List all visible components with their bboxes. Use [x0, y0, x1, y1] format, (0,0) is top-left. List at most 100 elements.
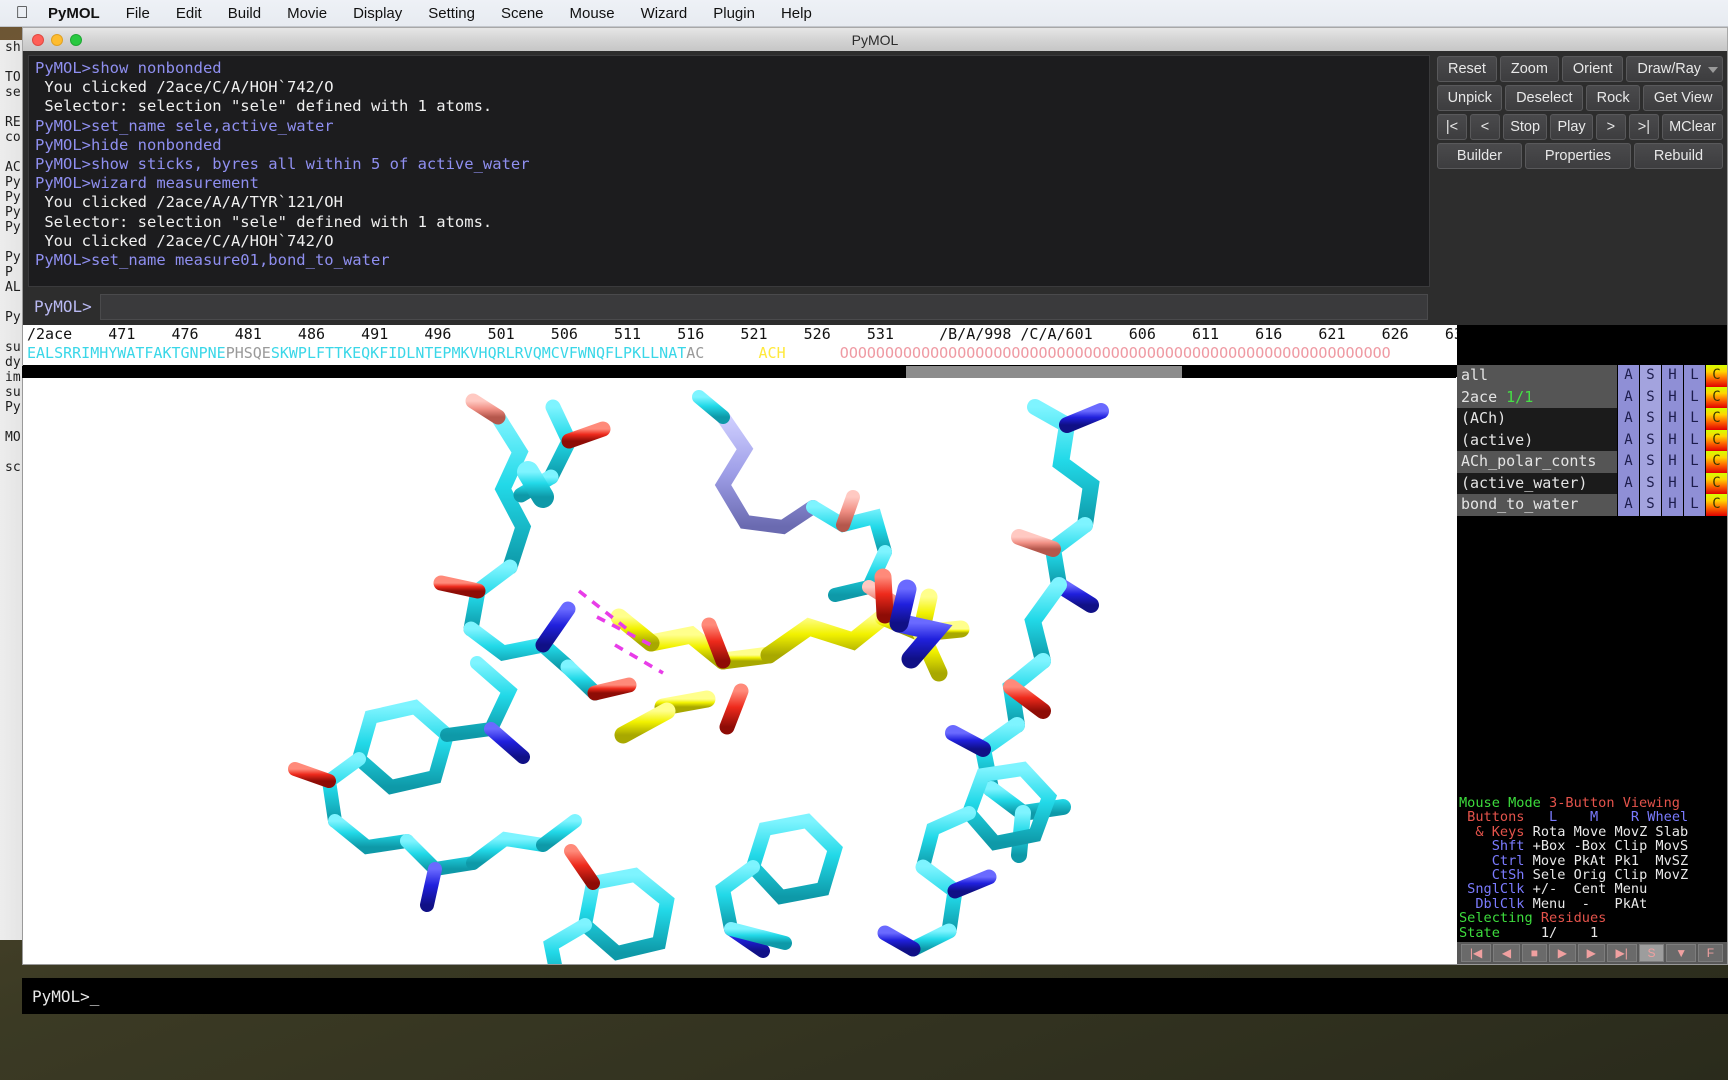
object-menu-h[interactable]: H [1661, 365, 1683, 387]
output-log[interactable]: PyMOL>show nonbonded You clicked /2ace/C… [28, 55, 1430, 287]
object-row[interactable]: (ACh) A S H L C [1457, 408, 1727, 430]
object-menu-a[interactable]: A [1617, 365, 1639, 387]
builder-button[interactable]: Builder [1437, 143, 1522, 169]
object-menu-l[interactable]: L [1683, 494, 1705, 516]
object-menu-l[interactable]: L [1683, 472, 1705, 494]
menu-item-scene[interactable]: Scene [488, 5, 557, 22]
object-menu-l[interactable]: L [1683, 365, 1705, 387]
object-row[interactable]: 2ace 1/1 A S H L C [1457, 386, 1727, 408]
sequence-residues[interactable]: EALSRRIMHYWATFAKTGNPNEPHSQESKWPLFTTKEQKF… [23, 344, 1457, 363]
movie-forward[interactable]: ▶ [1577, 944, 1605, 962]
object-name[interactable]: (active_water) [1457, 472, 1617, 494]
movie-end[interactable]: ▶| [1606, 944, 1637, 962]
movie-step-back[interactable]: ◀ [1493, 944, 1520, 962]
object-menu-c[interactable]: C [1705, 451, 1727, 473]
movie-first-button[interactable]: |< [1437, 114, 1467, 140]
object-menu-h[interactable]: H [1661, 472, 1683, 494]
object-menu-h[interactable]: H [1661, 451, 1683, 473]
window-title-bar[interactable]: PyMOL [22, 27, 1728, 51]
movie-f[interactable]: F [1697, 944, 1723, 962]
object-row[interactable]: ACh_polar_conts A S H L C [1457, 451, 1727, 473]
object-menu-h[interactable]: H [1661, 386, 1683, 408]
object-menu-l[interactable]: L [1683, 386, 1705, 408]
object-menu-a[interactable]: A [1617, 408, 1639, 430]
sequence-segment[interactable] [786, 344, 840, 362]
object-name[interactable]: (ACh) [1457, 408, 1617, 430]
object-row[interactable]: (active_water) A S H L C [1457, 472, 1727, 494]
menu-item-plugin[interactable]: Plugin [700, 5, 768, 22]
object-name[interactable]: ACh_polar_conts [1457, 451, 1617, 473]
object-row[interactable]: (active) A S H L C [1457, 429, 1727, 451]
zoom-button[interactable]: Zoom [1499, 56, 1559, 82]
object-menu-c[interactable]: C [1705, 386, 1727, 408]
reset-button[interactable]: Reset [1437, 56, 1497, 82]
molecular-viewport[interactable]: .cy{stroke:url(#cygrad);stroke-linecap:r… [23, 365, 1457, 964]
object-menu-h[interactable]: H [1661, 429, 1683, 451]
rebuild-button[interactable]: Rebuild [1633, 143, 1723, 169]
movie-s[interactable]: S [1638, 944, 1665, 962]
object-menu-c[interactable]: C [1705, 472, 1727, 494]
sequence-segment[interactable]: SKWPLFTTKEQKFIDLNTEPMKVHQRLRVQMCVFWNQFLP… [271, 344, 686, 362]
object-menu-s[interactable]: S [1639, 408, 1661, 430]
menu-item-pymol[interactable]: PyMOL [44, 5, 113, 22]
menu-item-setting[interactable]: Setting [415, 5, 488, 22]
object-menu-h[interactable]: H [1661, 408, 1683, 430]
object-menu-l[interactable]: L [1683, 408, 1705, 430]
sequence-viewer[interactable]: /2ace 471 476 481 486 491 496 501 506 51… [23, 325, 1457, 365]
object-menu-a[interactable]: A [1617, 451, 1639, 473]
movie-dropdown[interactable]: ▼ [1666, 944, 1696, 962]
menu-item-help[interactable]: Help [768, 5, 825, 22]
rock-button[interactable]: Rock [1586, 85, 1641, 111]
sequence-segment[interactable] [704, 344, 758, 362]
object-menu-c[interactable]: C [1705, 429, 1727, 451]
command-input[interactable] [99, 293, 1428, 320]
movie-stop[interactable]: ■ [1521, 944, 1547, 962]
object-menu-s[interactable]: S [1639, 365, 1661, 387]
object-menu-s[interactable]: S [1639, 494, 1661, 516]
sequence-scrollbar[interactable] [22, 366, 1456, 378]
sequence-segment[interactable]: OOOOOOOOOOOOOOOOOOOOOOOOOOOOOOOOOOOOOOOO… [840, 344, 1391, 362]
get-view-button[interactable]: Get View [1643, 85, 1723, 111]
movie-last-button[interactable]: >| [1628, 114, 1659, 140]
deselect-button[interactable]: Deselect [1505, 85, 1584, 111]
object-menu-l[interactable]: L [1683, 451, 1705, 473]
unpick-button[interactable]: Unpick [1437, 85, 1503, 111]
movie-play-button[interactable]: Play [1550, 114, 1593, 140]
menu-item-mouse[interactable]: Mouse [557, 5, 628, 22]
menu-item-display[interactable]: Display [340, 5, 415, 22]
object-menu-a[interactable]: A [1617, 429, 1639, 451]
properties-button[interactable]: Properties [1525, 143, 1631, 169]
object-menu-c[interactable]: C [1705, 365, 1727, 387]
menu-item-movie[interactable]: Movie [274, 5, 340, 22]
object-row[interactable]: all A S H L C [1457, 365, 1727, 387]
sequence-segment[interactable]: AC [686, 344, 704, 362]
movie-rewind[interactable]: |◀ [1461, 944, 1492, 962]
object-menu-h[interactable]: H [1661, 494, 1683, 516]
object-menu-s[interactable]: S [1639, 472, 1661, 494]
movie-next-button[interactable]: > [1595, 114, 1626, 140]
mclear-button[interactable]: MClear [1661, 114, 1724, 140]
object-menu-a[interactable]: A [1617, 472, 1639, 494]
movie-play[interactable]: ▶ [1548, 944, 1576, 962]
object-name[interactable]: 2ace 1/1 [1457, 386, 1617, 408]
sequence-scroll-thumb[interactable] [906, 366, 1182, 378]
object-menu-s[interactable]: S [1639, 429, 1661, 451]
menu-item-wizard[interactable]: Wizard [628, 5, 701, 22]
object-menu-a[interactable]: A [1617, 494, 1639, 516]
movie-prev-button[interactable]: < [1470, 114, 1500, 140]
orient-button[interactable]: Orient [1561, 56, 1624, 82]
object-menu-a[interactable]: A [1617, 386, 1639, 408]
object-menu-c[interactable]: C [1705, 408, 1727, 430]
object-name[interactable]: (active) [1457, 429, 1617, 451]
object-row[interactable]: bond_to_water A S H L C [1457, 494, 1727, 516]
draw-ray-button[interactable]: Draw/Ray [1626, 56, 1723, 82]
apple-icon[interactable]:  [0, 4, 44, 23]
object-menu-l[interactable]: L [1683, 429, 1705, 451]
object-name[interactable]: bond_to_water [1457, 494, 1617, 516]
sequence-segment[interactable]: EALSRRIMHYWATFAKTGNPNE [27, 344, 226, 362]
object-menu-s[interactable]: S [1639, 386, 1661, 408]
menu-item-edit[interactable]: Edit [163, 5, 215, 22]
menu-item-file[interactable]: File [113, 5, 163, 22]
object-menu-s[interactable]: S [1639, 451, 1661, 473]
movie-stop-button[interactable]: Stop [1503, 114, 1548, 140]
